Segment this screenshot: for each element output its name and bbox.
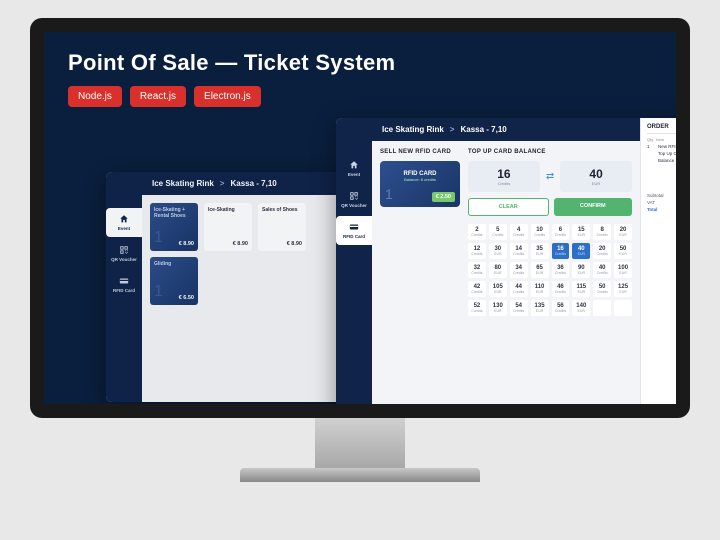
- card-icon: [348, 222, 360, 232]
- product-tile[interactable]: Gliding1€ 6.50: [150, 257, 198, 305]
- topup-option[interactable]: 110EUR: [531, 281, 549, 297]
- sidebar-item-event[interactable]: Event: [106, 208, 142, 237]
- topup-option[interactable]: 5Credits: [489, 224, 507, 240]
- topup-option[interactable]: 115EUR: [572, 281, 590, 297]
- order-line: Balance: [647, 158, 690, 163]
- topup-option[interactable]: 80EUR: [489, 262, 507, 278]
- pos-window-front: Event QR Voucher RFID Card Ice Skating R…: [336, 118, 690, 418]
- credits-value: 16Credits: [468, 161, 540, 192]
- topup-option[interactable]: 35EUR: [531, 243, 549, 259]
- topup-option[interactable]: 42Credits: [468, 281, 486, 297]
- order-heading: ORDER: [647, 124, 690, 134]
- sidebar-item-qr[interactable]: QR Voucher: [336, 185, 372, 214]
- topup-heading: TOP UP CARD BALANCE: [468, 149, 632, 155]
- topup-option[interactable]: 54Credits: [510, 300, 528, 316]
- chevron-right-icon: >: [220, 179, 225, 188]
- topup-option[interactable]: 40EUR: [572, 243, 590, 259]
- topup-option[interactable]: 105EUR: [489, 281, 507, 297]
- topup-option[interactable]: 50Credits: [593, 281, 611, 297]
- topup-option[interactable]: 40Credits: [593, 262, 611, 278]
- rfid-card-tile[interactable]: 1 RFID CARD Balance: 6 credits € 2.50: [380, 161, 460, 207]
- topup-option[interactable]: [593, 300, 611, 316]
- swap-icon[interactable]: ⇄: [546, 171, 554, 182]
- sidebar-item-event[interactable]: Event: [336, 154, 372, 183]
- topup-option[interactable]: 52Credits: [468, 300, 486, 316]
- topup-option[interactable]: 12Credits: [468, 243, 486, 259]
- product-tile[interactable]: Ice-Skating + Rental Shoes1€ 8.90: [150, 203, 198, 251]
- topup-option[interactable]: 100EUR: [614, 262, 632, 278]
- clear-button[interactable]: CLEAR: [468, 198, 549, 216]
- topup-option[interactable]: 130EUR: [489, 300, 507, 316]
- topup-option[interactable]: 10Credits: [531, 224, 549, 240]
- topup-option[interactable]: 90EUR: [572, 262, 590, 278]
- card-icon: [118, 276, 130, 286]
- topup-option[interactable]: 16Credits: [552, 243, 570, 259]
- topup-option[interactable]: 56Credits: [552, 300, 570, 316]
- topup-option[interactable]: 36Credits: [552, 262, 570, 278]
- pos-window-back: Event QR Voucher RFID Card Ice Skating R…: [106, 172, 366, 402]
- home-icon: [348, 160, 360, 170]
- topup-option[interactable]: 44Credits: [510, 281, 528, 297]
- topup-option[interactable]: 34Credits: [510, 262, 528, 278]
- topup-option[interactable]: 8Credits: [593, 224, 611, 240]
- product-tile[interactable]: Sales of Shoes€ 8.90: [258, 203, 306, 251]
- topup-option[interactable]: 46Credits: [552, 281, 570, 297]
- confirm-button[interactable]: CONFIRM: [554, 198, 633, 216]
- qr-icon: [118, 245, 130, 255]
- topup-option[interactable]: 20Credits: [593, 243, 611, 259]
- topup-option[interactable]: 30EUR: [489, 243, 507, 259]
- chevron-right-icon: >: [450, 125, 455, 134]
- sidebar-item-rfid[interactable]: RFID Card: [106, 270, 142, 299]
- topup-option[interactable]: 20EUR: [614, 224, 632, 240]
- topup-option[interactable]: 140EUR: [572, 300, 590, 316]
- topup-option[interactable]: 50EUR: [614, 243, 632, 259]
- topup-option[interactable]: [614, 300, 632, 316]
- eur-value: 40EUR: [560, 161, 632, 192]
- topup-option[interactable]: 125EUR: [614, 281, 632, 297]
- qr-icon: [348, 191, 360, 201]
- topup-option[interactable]: 6Credits: [552, 224, 570, 240]
- order-panel: ORDER QtyItem 1New RFID CTop Up CarBalan…: [640, 118, 690, 418]
- order-line: Top Up Car: [647, 151, 690, 156]
- topup-option[interactable]: 15EUR: [572, 224, 590, 240]
- topup-option[interactable]: 32Credits: [468, 262, 486, 278]
- topup-option[interactable]: 4Credits: [510, 224, 528, 240]
- topup-option[interactable]: 2Credits: [468, 224, 486, 240]
- product-tile[interactable]: Ice-Skating€ 8.90: [204, 203, 252, 251]
- breadcrumb: Ice Skating Rink > Kassa - 7,10: [372, 118, 640, 141]
- topup-option[interactable]: 135EUR: [531, 300, 549, 316]
- topup-option[interactable]: 14Credits: [510, 243, 528, 259]
- breadcrumb: Ice Skating Rink > Kassa - 7,10: [142, 172, 366, 195]
- sidebar-item-qr[interactable]: QR Voucher: [106, 239, 142, 268]
- order-line: 1New RFID C: [647, 144, 690, 149]
- sell-heading: SELL NEW RFID CARD: [380, 149, 460, 155]
- home-icon: [118, 214, 130, 224]
- sidebar-item-rfid[interactable]: RFID Card: [336, 216, 372, 245]
- price-badge: € 2.50: [432, 192, 455, 202]
- topup-option[interactable]: 65EUR: [531, 262, 549, 278]
